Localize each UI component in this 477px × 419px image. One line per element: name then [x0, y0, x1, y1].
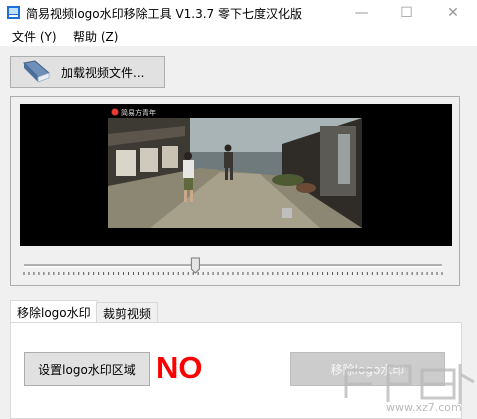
tab-remove-logo[interactable]: 移除logo水印 — [10, 300, 98, 324]
set-logo-region-button[interactable]: 设置logo水印区域 — [24, 352, 150, 386]
slider-thumb[interactable] — [190, 257, 200, 274]
menu-bar: 文件 (Y) 帮助 (Z) — [0, 26, 477, 46]
video-position-slider[interactable] — [20, 252, 446, 278]
close-icon: ✕ — [447, 5, 459, 21]
book-icon — [22, 60, 50, 83]
menu-file[interactable]: 文件 (Y) — [12, 28, 57, 45]
minimize-icon: — — [354, 5, 369, 21]
menu-help[interactable]: 帮助 (Z) — [73, 28, 118, 45]
minimize-button[interactable]: — — [339, 0, 384, 26]
watermark-url: www.xz7.com — [386, 401, 462, 414]
video-logo-text: 简易方青年 — [121, 108, 156, 117]
maximize-button[interactable]: ☐ — [384, 0, 429, 26]
close-button[interactable]: ✕ — [429, 0, 477, 26]
app-icon — [7, 6, 20, 19]
slider-track — [23, 257, 443, 275]
load-video-label: 加载视频文件... — [61, 65, 145, 80]
title-bar: 简易视频logo水印移除工具 V1.3.7 零下七度汉化版 — ☐ ✕ — [0, 0, 477, 26]
status-label: NO — [156, 350, 203, 385]
tab-crop-video[interactable]: 裁剪视频 — [96, 302, 159, 323]
load-video-button[interactable]: 加载视频文件... — [10, 56, 165, 88]
video-frame-image: 简易方青年 — [20, 104, 452, 246]
maximize-icon: ☐ — [400, 5, 413, 21]
window-title: 简易视频logo水印移除工具 V1.3.7 零下七度汉化版 — [26, 7, 303, 21]
video-preview: 简易方青年 — [20, 104, 452, 246]
